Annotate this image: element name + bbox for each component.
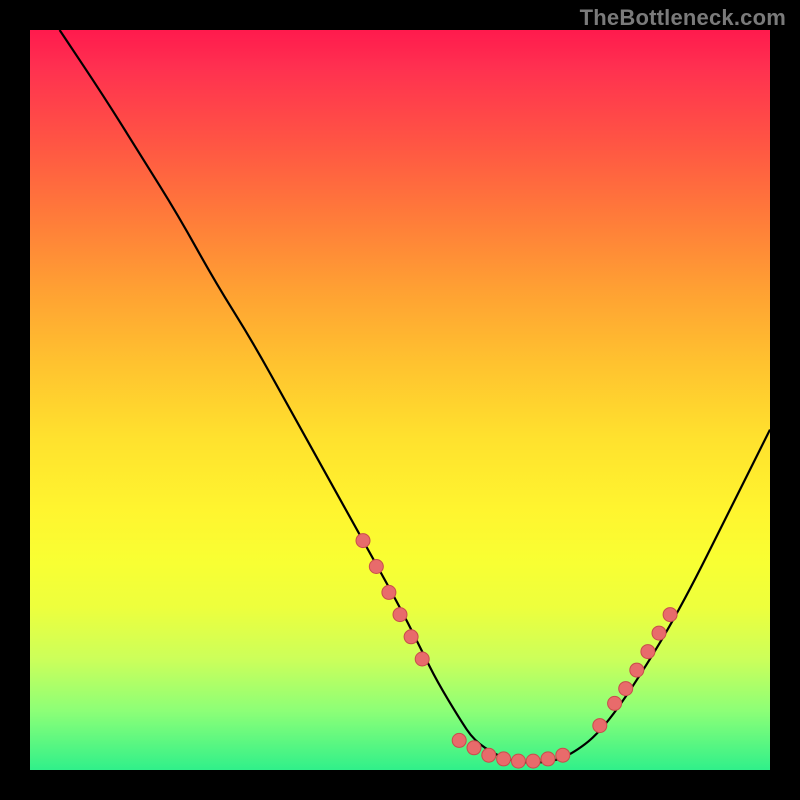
marker-dot bbox=[382, 585, 396, 599]
marker-dot bbox=[541, 752, 555, 766]
marker-dot bbox=[593, 719, 607, 733]
marker-dot bbox=[404, 630, 418, 644]
marker-dot bbox=[369, 560, 383, 574]
marker-dot bbox=[415, 652, 429, 666]
marker-dot bbox=[393, 608, 407, 622]
marker-dots bbox=[356, 534, 677, 769]
marker-dot bbox=[608, 696, 622, 710]
marker-dot bbox=[356, 534, 370, 548]
marker-dot bbox=[511, 754, 525, 768]
marker-dot bbox=[652, 626, 666, 640]
marker-dot bbox=[526, 754, 540, 768]
curve-svg bbox=[30, 30, 770, 770]
marker-dot bbox=[630, 663, 644, 677]
chart-frame: TheBottleneck.com bbox=[0, 0, 800, 800]
marker-dot bbox=[663, 608, 677, 622]
marker-dot bbox=[619, 682, 633, 696]
marker-dot bbox=[482, 748, 496, 762]
marker-dot bbox=[497, 752, 511, 766]
marker-dot bbox=[556, 748, 570, 762]
marker-dot bbox=[641, 645, 655, 659]
plot-area bbox=[30, 30, 770, 770]
bottleneck-curve-path bbox=[60, 30, 770, 763]
marker-dot bbox=[467, 741, 481, 755]
watermark-text: TheBottleneck.com bbox=[580, 5, 786, 31]
marker-dot bbox=[452, 733, 466, 747]
